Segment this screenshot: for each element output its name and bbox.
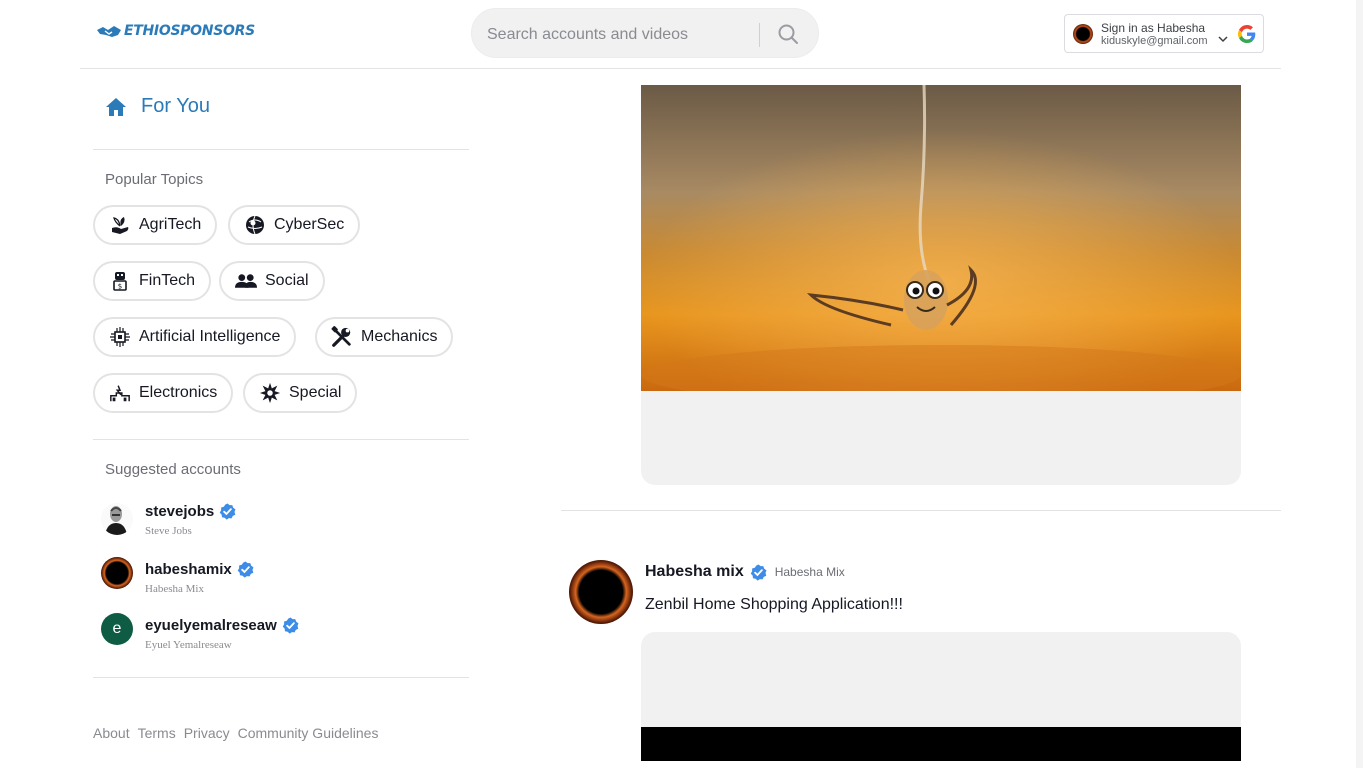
avatar	[101, 503, 133, 535]
brand-name: ETHIOSPONSORS	[124, 23, 255, 39]
search-button[interactable]	[772, 19, 804, 49]
suggested-account-stevejobs[interactable]: stevejobs Steve Jobs	[101, 503, 301, 543]
account-username-text: eyuelyemalreseaw	[145, 617, 277, 634]
divider	[93, 149, 469, 150]
video-placeholder	[641, 391, 1241, 485]
star-badge-icon	[259, 382, 281, 404]
signin-label: Sign in as Habesha	[1101, 21, 1206, 35]
account-username: stevejobs	[145, 503, 236, 520]
users-icon	[235, 270, 257, 292]
divider	[93, 439, 469, 440]
signin-email: kiduskyle@gmail.com	[1101, 35, 1208, 47]
verified-icon	[750, 564, 767, 581]
google-icon	[1238, 25, 1256, 43]
topic-label: Special	[289, 384, 342, 401]
footer-link-terms[interactable]: Terms	[138, 725, 176, 741]
footer-link-privacy[interactable]: Privacy	[184, 725, 230, 741]
suggested-account-eyuelyemalreseaw[interactable]: e eyuelyemalreseaw Eyuel Yemalreseaw	[101, 613, 321, 653]
avatar: e	[101, 613, 133, 645]
verified-icon	[237, 561, 254, 578]
hacker-globe-icon	[244, 214, 266, 236]
brand-logo[interactable]: ETHIOSPONSORS	[96, 22, 255, 40]
topic-label: Mechanics	[361, 328, 438, 345]
avatar-initial: e	[112, 620, 122, 637]
topic-label: AgriTech	[139, 216, 202, 233]
topic-chip-electronics[interactable]: Electronics	[93, 373, 234, 413]
topic-label: Electronics	[139, 384, 218, 401]
verified-icon	[219, 503, 236, 520]
footer-link-community-guidelines[interactable]: Community Guidelines	[238, 725, 379, 741]
suggested-accounts-title: Suggested accounts	[105, 461, 241, 478]
handshake-icon	[97, 26, 121, 37]
post-author[interactable]: Habesha mix Habesha Mix	[645, 563, 845, 581]
verified-icon	[282, 617, 299, 634]
feed-divider	[561, 510, 1281, 511]
account-username: eyuelyemalreseaw	[145, 617, 299, 634]
account-username-text: habeshamix	[145, 561, 232, 578]
topic-chip-special[interactable]: Special	[243, 373, 358, 413]
divider	[93, 677, 469, 678]
home-icon	[106, 97, 126, 116]
post-author-username: Habesha mix	[645, 563, 744, 580]
topic-label: CyberSec	[274, 216, 345, 233]
signin-avatar	[1073, 24, 1093, 44]
search-input[interactable]	[485, 22, 749, 48]
video-player[interactable]	[641, 85, 1241, 391]
video-frame	[641, 85, 1241, 391]
account-username: habeshamix	[145, 561, 254, 578]
topic-chip-fintech[interactable]: $ FinTech	[93, 261, 212, 301]
circuit-brain-icon	[109, 326, 131, 348]
topic-chip-mechanics[interactable]: Mechanics	[315, 317, 454, 357]
tools-icon	[331, 326, 353, 348]
post-caption: Zenbil Home Shopping Application!!!	[645, 596, 903, 613]
account-username-text: stevejobs	[145, 503, 215, 520]
topic-chip-artificial-intelligence[interactable]: Artificial Intelligence	[93, 317, 297, 357]
post-author-avatar[interactable]	[569, 560, 633, 624]
topic-chip-cybersec[interactable]: CyberSec	[228, 205, 361, 245]
top-header: ETHIOSPONSORS Sign in as Habesha kidusky…	[80, 0, 1281, 69]
scrollbar[interactable]	[1356, 0, 1363, 768]
suggested-account-habeshamix[interactable]: habeshamix Habesha Mix	[101, 557, 301, 597]
account-display-name: Habesha Mix	[145, 583, 204, 595]
topic-label: Social	[265, 272, 309, 289]
video-player[interactable]	[641, 727, 1241, 761]
post-author-nickname: Habesha Mix	[774, 565, 845, 579]
nav-for-you[interactable]: For You	[105, 95, 210, 118]
sprout-hand-icon	[109, 214, 131, 236]
avatar	[101, 557, 133, 589]
topic-label: Artificial Intelligence	[139, 328, 281, 345]
search-bar	[471, 8, 819, 58]
popular-topics-title: Popular Topics	[105, 171, 204, 188]
search-icon	[778, 24, 798, 44]
account-display-name: Eyuel Yemalreseaw	[145, 639, 232, 651]
nav-for-you-label: For You	[141, 95, 210, 117]
svg-text:$: $	[118, 283, 122, 291]
account-display-name: Steve Jobs	[145, 525, 192, 537]
video-placeholder[interactable]	[641, 632, 1241, 727]
topic-chip-social[interactable]: Social	[219, 261, 325, 301]
money-robot-icon: $	[109, 270, 131, 292]
topic-chip-agritech[interactable]: AgriTech	[93, 205, 218, 245]
google-signin-button[interactable]: Sign in as Habesha kiduskyle@gmail.com	[1064, 14, 1264, 53]
topic-label: FinTech	[139, 272, 196, 289]
chevron-down-icon	[1218, 36, 1228, 43]
search-divider	[759, 23, 760, 47]
footer-links: About Terms Privacy Community Guidelines	[93, 725, 378, 741]
footer-link-about[interactable]: About	[93, 725, 130, 741]
plug-icon	[109, 382, 131, 404]
